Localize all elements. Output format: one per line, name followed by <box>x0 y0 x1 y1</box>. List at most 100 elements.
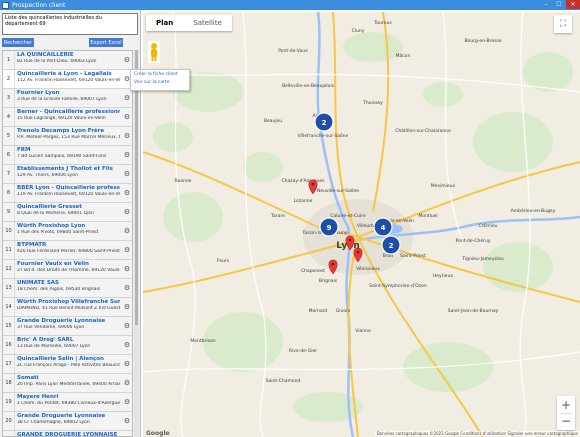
gear-icon[interactable]: ⚙ <box>122 298 132 316</box>
item-name[interactable]: Etablissements J Thollot et Fils <box>17 166 120 173</box>
item-name[interactable]: Quincaillerie Gresset <box>17 204 120 211</box>
list-item[interactable]: 12 Fournier Vaulx en Velin 27 Bd d. des Dr… <box>3 260 132 279</box>
menu-item-create-client[interactable]: Créer la fiche client <box>131 70 189 78</box>
map-attribution[interactable]: Données cartographiques ©2023 Google Con… <box>374 430 580 436</box>
map-canvas[interactable]: Cluny Mâcon Bourg-en-Bresse Villefranche-su… <box>143 12 580 437</box>
list-item[interactable]: 21GRANDE DROGUERIE LYONNAISE⚙ <box>3 431 132 436</box>
list-item[interactable]: 18 Somati 20 Imp. Paris Lyon Méditerranée,… <box>3 374 132 393</box>
list-item[interactable]: 20 Grande Droguerie Lyonnaise 38 Cr Charle… <box>3 412 132 431</box>
gear-icon[interactable]: ⚙ <box>122 412 132 430</box>
item-number: 2 <box>3 70 15 88</box>
item-name[interactable]: Quincaillerie Selin | Alençon <box>17 356 120 363</box>
list-item[interactable]: 16 Bric' A Drog' SARL 13 Rue de Marseille,… <box>3 336 132 355</box>
list-item[interactable]: 10 Würth Proxishop Lyon 1 Rue des Pivots, … <box>3 222 132 241</box>
list-item[interactable]: 6 FRM 7 Bd Lucien Sampaix, 69190 Saint-Fon… <box>3 146 132 165</box>
gear-icon[interactable]: ⚙ <box>122 260 132 278</box>
search-button[interactable]: Rechercher <box>2 38 34 47</box>
list-item[interactable]: 13 UNIMATE SAS 18 Chem. des Aigais, 69530 … <box>3 279 132 298</box>
city-label: Villefranche-sur-Saône <box>298 132 349 139</box>
map-view[interactable]: Cluny Mâcon Bourg-en-Bresse Villefranche-su… <box>143 12 580 437</box>
gear-icon[interactable]: ⚙ <box>122 317 132 335</box>
green-area <box>473 112 553 172</box>
gear-icon[interactable]: ⚙ <box>122 184 132 202</box>
green-area <box>343 32 403 62</box>
gear-icon[interactable]: ⚙ <box>122 127 132 145</box>
city-label: Feurs <box>217 258 230 264</box>
item-number: 10 <box>3 222 15 240</box>
menu-item-view-on-map[interactable]: Voir sur la carte <box>131 78 189 86</box>
item-name[interactable]: Würth Proxishop Villefranche Sur Saône <box>17 299 120 306</box>
list-item[interactable]: 15 Grande Droguerie Lyonnaise 37 Rue Vendô… <box>3 317 132 336</box>
gear-icon[interactable]: ⚙ <box>122 279 132 297</box>
list-scrollbar[interactable] <box>134 50 139 437</box>
city-label: Pont-de-Vaux <box>278 48 308 54</box>
item-name[interactable]: Grande Droguerie Lyonnaise <box>17 318 120 325</box>
close-button[interactable]: ✕ <box>566 0 580 9</box>
item-name[interactable]: Quincaillerie à Lyon - Legallais <box>17 71 120 78</box>
minimize-button[interactable]: – <box>540 0 552 9</box>
list-item[interactable]: 17 Quincaillerie Selin | Alençon ZI, rue F… <box>3 355 132 374</box>
item-name[interactable]: Fournier Vaulx en Velin <box>17 261 120 268</box>
gear-icon[interactable]: ⚙ <box>122 89 132 107</box>
zoom-in-button[interactable]: + <box>561 398 571 413</box>
gear-icon[interactable]: ⚙ <box>122 165 132 183</box>
fullscreen-button[interactable]: ⛶ <box>554 15 572 33</box>
gear-icon[interactable]: ⚙ <box>122 431 132 436</box>
item-info: FRM 7 Bd Lucien Sampaix, 69190 Saint-Fons <box>15 146 122 164</box>
item-name[interactable]: Trenois Decamps Lyon Frère <box>17 128 120 135</box>
item-name[interactable]: Grande Droguerie Lyonnaise <box>17 413 120 420</box>
item-address: 18 Chem. des Aigais, 69530 Brignais <box>17 287 100 292</box>
gear-icon[interactable]: ⚙ <box>122 108 132 126</box>
export-excel-button[interactable]: Export Excel <box>89 38 123 47</box>
list-item[interactable]: 2 Quincaillerie à Lyon - Legallais 112 Av.… <box>3 70 132 89</box>
item-number: 9 <box>3 203 15 221</box>
item-name[interactable]: Somati <box>17 375 120 382</box>
item-name[interactable]: FRM <box>17 147 120 154</box>
item-name[interactable]: GRANDE DROGUERIE LYONNAISE <box>17 432 120 436</box>
gear-icon[interactable]: ⚙ <box>122 336 132 354</box>
list-item[interactable]: 8BBER Lyon - Quincaillerie professionnel… <box>3 184 132 203</box>
list-item[interactable]: 11 BTPMATR 420 Rue Ferdinand Perrier, 6980… <box>3 241 132 260</box>
item-name[interactable]: LA QUINCAILLERIE <box>17 52 120 59</box>
scrollbar-thumb[interactable] <box>135 50 138 325</box>
maximize-button[interactable]: ☐ <box>553 0 565 9</box>
gear-icon[interactable]: ⚙ <box>122 203 132 221</box>
list-item[interactable]: 3 Fournier Lyon 3 Rue de la Grande Famille… <box>3 89 132 108</box>
list-item[interactable]: 14Würth Proxishop Villefranche Sur Saône… <box>3 298 132 317</box>
gear-icon[interactable]: ⚙ <box>122 241 132 259</box>
zoom-out-button[interactable]: − <box>561 414 571 429</box>
item-info: Quincaillerie Selin | Alençon ZI, rue Fra… <box>15 355 122 373</box>
list-item[interactable]: 1 LA QUINCAILLERIE 82 Rue de la Part-Dieu,… <box>3 51 132 70</box>
city-label: Chaponost <box>301 268 325 274</box>
list-item[interactable]: 5 Trenois Decamps Lyon Frère P.A. Meteor-P… <box>3 127 132 146</box>
list-item[interactable]: 7 Etablissements J Thollot et Fils 129 Av.… <box>3 165 132 184</box>
street-view-pegman[interactable] <box>147 40 161 64</box>
gear-icon[interactable]: ⚙ <box>122 374 132 392</box>
item-number: 6 <box>3 146 15 164</box>
item-address: 1 Chem. du Pontet, 69380 Civrieux-d'Azer… <box>17 401 120 406</box>
gear-icon[interactable]: ⚙ <box>122 146 132 164</box>
tab-plan[interactable]: Plan <box>146 15 183 31</box>
item-name[interactable]: Fournier Lyon <box>17 90 120 97</box>
city-label: Mâcon <box>396 52 411 59</box>
item-name[interactable]: Mayere Henri <box>17 394 120 401</box>
item-name[interactable]: BTPMATR <box>17 242 120 249</box>
item-name[interactable]: BBER Lyon - Quincaillerie professionnell… <box>17 185 120 192</box>
context-menu: Créer la fiche client Voir sur la carte <box>130 69 190 91</box>
list-item[interactable]: 9 Quincaillerie Gresset 8 Quai de la Pêche… <box>3 203 132 222</box>
item-name[interactable]: Berner - Quincaillerie professionnelle à… <box>17 109 120 116</box>
item-name[interactable]: UNIMATE SAS <box>17 280 120 287</box>
gear-icon[interactable]: ⚙ <box>122 355 132 373</box>
item-name[interactable]: Würth Proxishop Lyon <box>17 223 120 230</box>
city-label: Beaujeu <box>264 118 282 124</box>
tab-satellite[interactable]: Satellite <box>183 15 232 31</box>
gear-icon[interactable]: ⚙ <box>122 393 132 411</box>
results-list[interactable]: 1 LA QUINCAILLERIE 82 Rue de la Part-Dieu,… <box>2 50 133 437</box>
search-input[interactable]: Liste des quincailleries industrielles d… <box>2 13 138 35</box>
list-item[interactable]: 4Berner - Quincaillerie professionnelle … <box>3 108 132 127</box>
item-name[interactable]: Bric' A Drog' SARL <box>17 337 120 344</box>
gear-icon[interactable]: ⚙ <box>122 51 132 69</box>
list-item[interactable]: 19 Mayere Henri 1 Chem. du Pontet, 69380 C… <box>3 393 132 412</box>
gear-icon[interactable]: ⚙ <box>122 222 132 240</box>
pin-dot <box>348 238 352 242</box>
